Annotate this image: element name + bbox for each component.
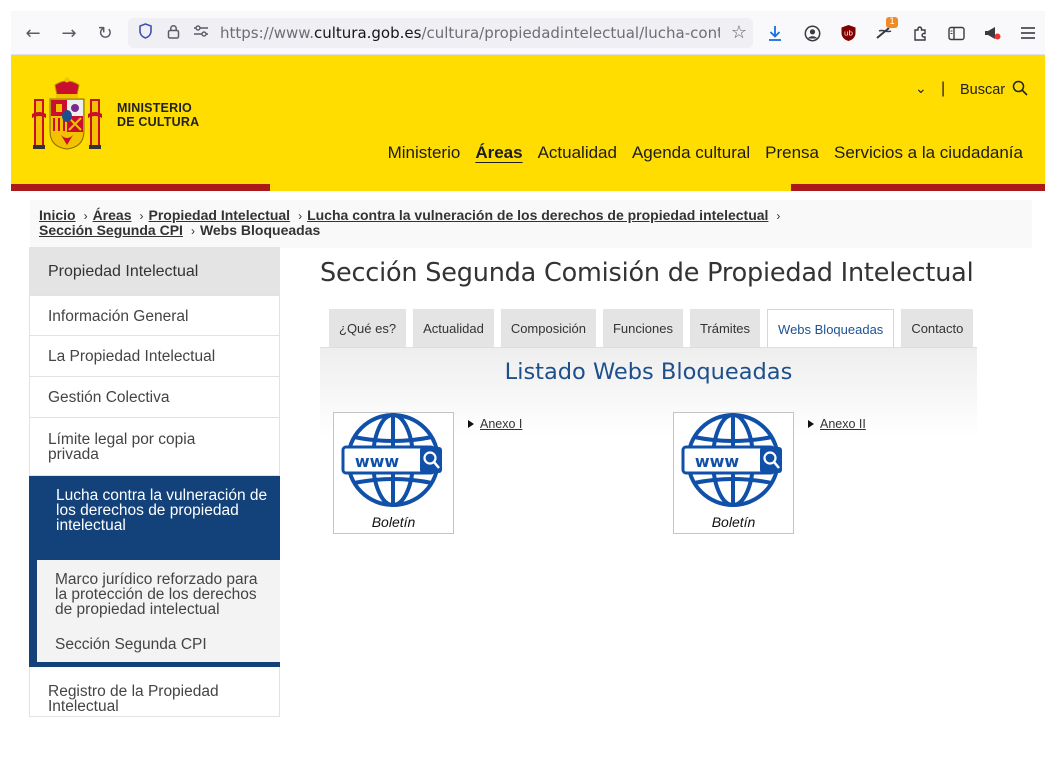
sidebar-subnav-list: Marco jurídico reforzado para la protecc… xyxy=(37,560,280,662)
ministry-line-1: MINISTERIO xyxy=(117,101,192,115)
ublock-icon[interactable]: ub xyxy=(837,22,859,44)
sidebar-subitem-marco-juridico[interactable]: Marco jurídico reforzado para la protecc… xyxy=(55,572,270,618)
nav-prensa[interactable]: Prensa xyxy=(765,143,819,163)
url-domain: cultura.gob.es xyxy=(313,24,422,42)
header-stripe-middle xyxy=(270,184,791,191)
section-tabs: ¿Qué es? Actualidad Composición Funcione… xyxy=(329,309,974,348)
tab-webs-bloqueadas[interactable]: Webs Bloqueadas xyxy=(767,309,895,348)
url-text: https://www.cultura.gob.es/cultura/propi… xyxy=(220,24,720,42)
notification-badge: 1 xyxy=(886,17,898,28)
ministry-name[interactable]: MINISTERIO DE CULTURA xyxy=(117,101,199,129)
sidebar: Propiedad Intelectual Información Genera… xyxy=(29,247,280,717)
sidebar-item-limite-legal[interactable]: Límite legal por copia privada xyxy=(29,418,280,476)
hamburger-menu-icon[interactable] xyxy=(1017,22,1039,44)
anexo-2-row: Anexo II xyxy=(808,417,866,431)
tab-composicion[interactable]: Composición xyxy=(500,309,596,347)
search-icon xyxy=(1012,80,1028,100)
extensions-puzzle-icon[interactable] xyxy=(909,22,931,44)
breadcrumb-separator: › xyxy=(83,209,88,223)
breadcrumb-container: Inicio › Áreas › Propiedad Intelectual › Lucha… xyxy=(30,200,1032,248)
globe-www-text: www xyxy=(695,452,740,471)
header-stripe-right xyxy=(791,184,1045,191)
boletin-card-2[interactable]: www Boletín xyxy=(673,412,794,534)
sidebar-item-la-propiedad-intelectual[interactable]: La Propiedad Intelectual xyxy=(29,336,280,377)
search-button[interactable]: Buscar xyxy=(960,80,1028,100)
breadcrumb-areas[interactable]: Áreas xyxy=(93,207,132,223)
sidebar-item-registro[interactable]: Registro de la Propiedad Intelectual xyxy=(29,667,280,717)
svg-text:ub: ub xyxy=(844,30,853,38)
extension-notification-icon[interactable]: 1 xyxy=(873,17,898,44)
globe-www-icon: www xyxy=(341,413,442,507)
globe-www-text: www xyxy=(355,452,400,471)
sidebar-heading[interactable]: Propiedad Intelectual xyxy=(29,247,280,295)
breadcrumb-separator: › xyxy=(139,209,144,223)
sidebar-item-lucha-active[interactable]: Lucha contra la vulneración de los derec… xyxy=(29,476,280,560)
breadcrumb-separator: › xyxy=(190,224,195,238)
globe-www-icon: www xyxy=(681,413,782,507)
ministry-line-2: DE CULTURA xyxy=(117,115,200,129)
sidebar-item-gestion-colectiva[interactable]: Gestión Colectiva xyxy=(29,377,280,418)
lock-icon[interactable] xyxy=(162,24,184,43)
search-label: Buscar xyxy=(960,82,1006,98)
sidebar-subnav: Marco jurídico reforzado para la protecc… xyxy=(29,560,280,667)
coat-of-arms-logo[interactable] xyxy=(31,77,103,153)
breadcrumb-inicio[interactable]: Inicio xyxy=(39,207,76,223)
anexo-1-link[interactable]: Anexo I xyxy=(480,417,522,431)
back-icon[interactable]: ← xyxy=(21,21,45,45)
breadcrumb-current: Webs Bloqueadas xyxy=(199,222,321,238)
header-separator: | xyxy=(941,80,946,97)
breadcrumb-separator: › xyxy=(298,209,303,223)
sidebar-item-informacion-general[interactable]: Información General xyxy=(29,295,280,336)
panel-title: Listado Webs Bloqueadas xyxy=(504,359,793,385)
main-navigation: Ministerio Áreas Actualidad Agenda cultu… xyxy=(388,143,1023,163)
site-header: MINISTERIO DE CULTURA ⌄ | Buscar Ministe… xyxy=(11,55,1045,185)
nav-ministerio[interactable]: Ministerio xyxy=(388,143,461,163)
url-host: https://www. xyxy=(220,24,314,42)
boletin-card-1[interactable]: www Boletín xyxy=(333,412,454,534)
megaphone-icon[interactable] xyxy=(981,22,1003,44)
browser-toolbar: ← → ↻ https://www.cultura.gob.es/cultura… xyxy=(11,11,1045,55)
nav-areas[interactable]: Áreas xyxy=(475,143,522,163)
breadcrumb-lucha[interactable]: Lucha contra la vulneración de los derec… xyxy=(307,207,768,223)
nav-agenda-cultural[interactable]: Agenda cultural xyxy=(632,143,750,163)
shield-icon[interactable] xyxy=(134,23,156,43)
window-edge xyxy=(1045,11,1064,757)
breadcrumb-seccion-segunda[interactable]: Sección Segunda CPI xyxy=(39,222,183,238)
header-stripe-left xyxy=(11,184,270,191)
tab-funciones[interactable]: Funciones xyxy=(602,309,683,347)
tab-tramites[interactable]: Trámites xyxy=(689,309,761,347)
sidebar-subitem-seccion-segunda[interactable]: Sección Segunda CPI xyxy=(55,637,270,653)
forward-icon[interactable]: → xyxy=(57,21,81,45)
permissions-icon[interactable] xyxy=(190,25,212,41)
triangle-right-icon xyxy=(468,420,474,428)
tab-que-es[interactable]: ¿Qué es? xyxy=(329,309,407,347)
breadcrumb: Inicio › Áreas › Propiedad Intelectual › Lucha… xyxy=(39,208,1029,238)
breadcrumb-separator: › xyxy=(776,209,781,223)
page-title: Sección Segunda Comisión de Propiedad In… xyxy=(320,258,974,288)
tab-contacto[interactable]: Contacto xyxy=(901,309,974,347)
download-icon[interactable] xyxy=(764,22,786,44)
boletin-caption: Boletín xyxy=(371,514,416,530)
bookmark-star-icon[interactable]: ☆ xyxy=(731,22,747,43)
url-path: /cultura/propiedadintelectual/lucha-cont… xyxy=(421,24,720,42)
breadcrumb-propiedad-intelectual[interactable]: Propiedad Intelectual xyxy=(148,207,290,223)
boletin-caption: Boletín xyxy=(711,514,756,530)
language-chevron-down-icon[interactable]: ⌄ xyxy=(915,81,927,97)
anexo-2-link[interactable]: Anexo II xyxy=(820,417,866,431)
sidebar-toggle-icon[interactable] xyxy=(945,22,967,44)
triangle-right-icon xyxy=(808,420,814,428)
tab-actualidad[interactable]: Actualidad xyxy=(413,309,494,347)
nav-actualidad[interactable]: Actualidad xyxy=(538,143,617,163)
nav-servicios[interactable]: Servicios a la ciudadanía xyxy=(834,143,1023,163)
address-bar[interactable]: https://www.cultura.gob.es/cultura/propi… xyxy=(128,18,753,48)
reload-icon[interactable]: ↻ xyxy=(93,21,117,45)
anexo-1-row: Anexo I xyxy=(468,417,522,431)
account-icon[interactable] xyxy=(801,22,823,44)
